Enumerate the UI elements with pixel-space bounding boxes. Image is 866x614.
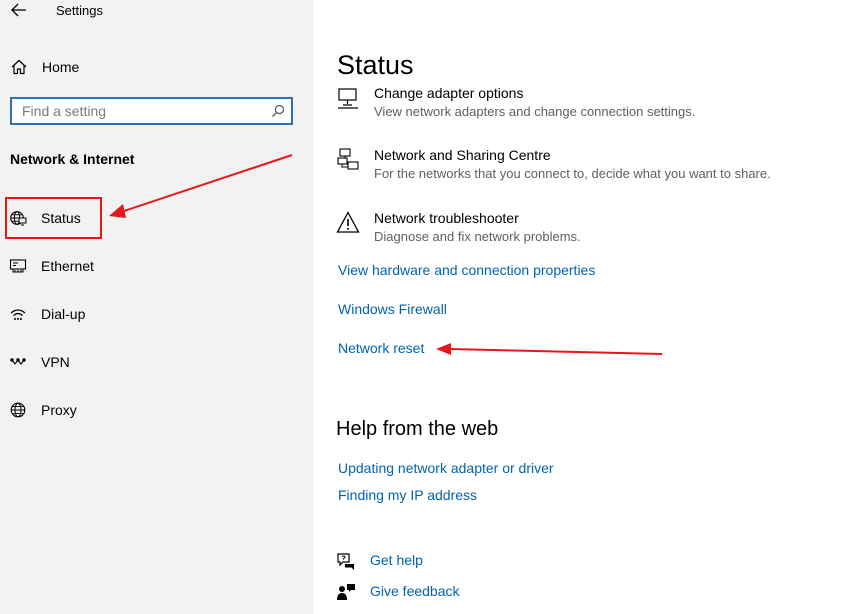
option-change-adapter[interactable]: Change adapter options View network adap… [336, 85, 856, 129]
sidebar-item-label: Ethernet [41, 258, 94, 274]
option-title: Change adapter options [374, 85, 524, 101]
option-desc: For the networks that you connect to, de… [374, 166, 771, 181]
sidebar-home[interactable]: Home [0, 52, 314, 82]
option-title: Network troubleshooter [374, 210, 519, 226]
ethernet-icon [9, 259, 27, 273]
sidebar-item-label: Status [41, 210, 81, 226]
monitor-icon [338, 88, 358, 109]
sidebar-item-label: VPN [41, 354, 70, 370]
sidebar-item-proxy[interactable]: Proxy [0, 388, 314, 432]
help-section-title: Help from the web [336, 418, 499, 440]
page-title: Status [337, 50, 414, 80]
sidebar-item-label: Dial-up [41, 306, 86, 322]
sidebar-item-vpn[interactable]: VPN [0, 340, 314, 384]
section-title: Network & Internet [10, 151, 135, 167]
globe-icon [10, 402, 26, 418]
globe-monitor-icon [10, 211, 27, 226]
window-title: Settings [56, 3, 103, 18]
back-arrow-icon [11, 3, 26, 17]
give-feedback-label: Give feedback [370, 583, 460, 599]
sidebar-item-dialup[interactable]: Dial-up [0, 292, 314, 336]
search-icon[interactable] [271, 104, 285, 118]
get-help-link[interactable]: Get help [336, 550, 536, 572]
feedback-icon [337, 584, 355, 600]
option-title: Network and Sharing Centre [374, 147, 551, 163]
home-label: Home [42, 59, 80, 75]
get-help-label: Get help [370, 552, 423, 568]
option-desc: Diagnose and fix network problems. [374, 229, 581, 244]
option-network-troubleshooter[interactable]: Network troubleshooter Diagnose and fix … [336, 210, 856, 254]
chat-help-icon [337, 553, 354, 570]
dialup-icon [10, 309, 26, 320]
sharing-icon [337, 148, 359, 170]
sidebar: Settings Home Network & Internet Status [0, 0, 314, 614]
link-view-hardware-properties[interactable]: View hardware and connection properties [338, 262, 595, 278]
search-input[interactable] [22, 101, 262, 121]
vpn-icon [10, 358, 26, 365]
option-network-sharing-centre[interactable]: Network and Sharing Centre For the netwo… [336, 147, 856, 191]
give-feedback-link[interactable]: Give feedback [336, 581, 536, 603]
warning-icon [336, 211, 360, 233]
link-updating-network-adapter[interactable]: Updating network adapter or driver [338, 460, 554, 476]
sidebar-item-status[interactable]: Status [0, 196, 314, 240]
link-windows-firewall[interactable]: Windows Firewall [338, 301, 447, 317]
main-content: Status Change adapter options View netwo… [314, 0, 866, 614]
home-icon [11, 59, 27, 75]
link-network-reset[interactable]: Network reset [338, 340, 424, 356]
back-button[interactable] [8, 0, 30, 20]
sidebar-item-ethernet[interactable]: Ethernet [0, 244, 314, 288]
link-finding-ip-address[interactable]: Finding my IP address [338, 487, 477, 503]
search-box[interactable] [10, 97, 293, 125]
option-desc: View network adapters and change connect… [374, 104, 696, 119]
sidebar-item-label: Proxy [41, 402, 77, 418]
